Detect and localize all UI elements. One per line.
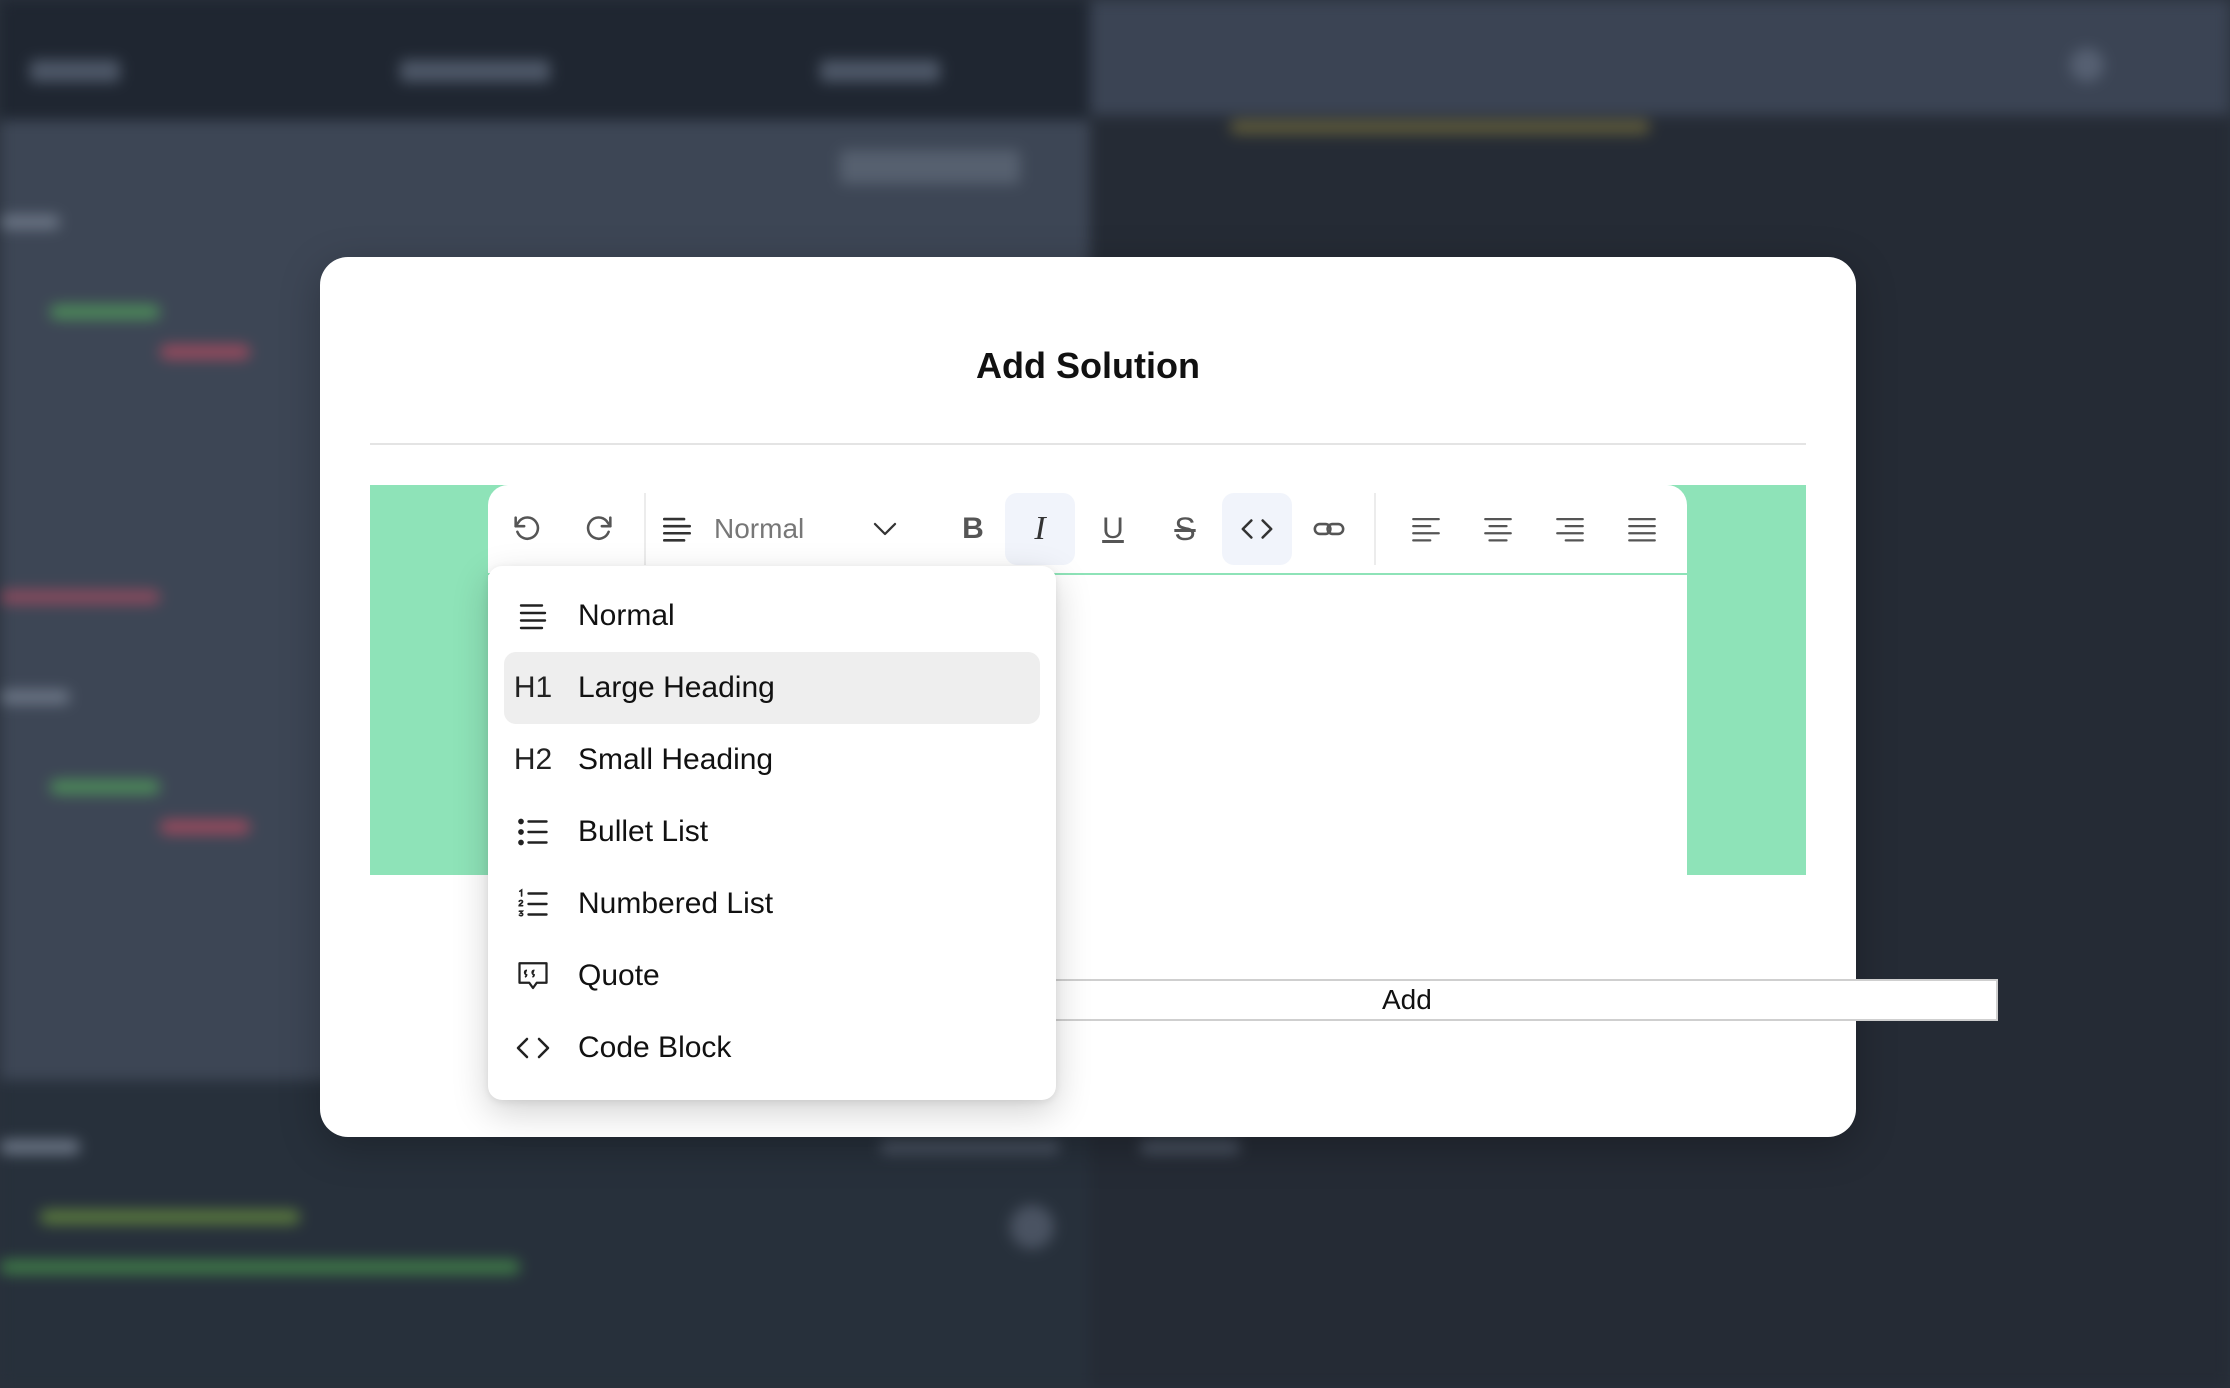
heading-2-icon-text: H2 <box>513 743 553 776</box>
toolbar-divider <box>1374 493 1376 565</box>
align-justify-icon <box>1628 517 1656 542</box>
paragraph-lines-icon <box>662 517 692 542</box>
heading-1-icon-text: H1 <box>513 671 553 704</box>
background-avatar <box>2070 48 2104 82</box>
dropdown-item-label: Normal <box>578 599 675 632</box>
code-block-icon <box>508 1030 558 1066</box>
link-icon <box>1313 522 1345 536</box>
bold-button[interactable]: B <box>938 493 1008 565</box>
background-line <box>0 690 70 704</box>
align-center-icon <box>1484 517 1512 542</box>
modal-divider <box>370 443 1806 445</box>
align-center-button[interactable] <box>1463 493 1533 565</box>
modal-title: Add Solution <box>976 345 1200 386</box>
dropdown-item-numbered-list[interactable]: Numbered List <box>504 868 1040 940</box>
bullet-list-icon <box>508 814 558 850</box>
dropdown-item-small-heading[interactable]: H2 Small Heading <box>504 724 1040 796</box>
link-button[interactable] <box>1294 493 1364 565</box>
background-line <box>880 1140 1060 1154</box>
undo-button[interactable] <box>492 493 562 565</box>
dropdown-item-code-block[interactable]: Code Block <box>504 1012 1040 1084</box>
heading-1-icon: H1 <box>508 671 558 705</box>
redo-button[interactable] <box>564 493 634 565</box>
background-button <box>840 150 1020 184</box>
dropdown-item-label: Quote <box>578 959 660 992</box>
dropdown-item-label: Bullet List <box>578 815 709 848</box>
block-type-select[interactable]: Normal <box>650 493 900 565</box>
background-line <box>0 590 160 604</box>
dropdown-item-normal[interactable]: Normal <box>504 580 1040 652</box>
editor-toolbar: Normal B I U S <box>488 485 1687 575</box>
underline-button[interactable]: U <box>1078 493 1148 565</box>
bold-icon: B <box>962 512 984 545</box>
align-right-icon <box>1556 517 1584 542</box>
block-type-dropdown: Normal H1 Large Heading H2 Small Heading… <box>488 566 1056 1100</box>
background-line <box>0 215 60 229</box>
paragraph-lines-icon <box>508 598 558 634</box>
block-type-value: Normal <box>714 513 805 544</box>
dropdown-item-label: Large Heading <box>578 671 775 704</box>
redo-icon <box>586 516 612 541</box>
background-line <box>40 1210 300 1224</box>
background-line <box>160 345 250 359</box>
align-left-button[interactable] <box>1391 493 1461 565</box>
undo-icon <box>514 516 540 541</box>
align-justify-button[interactable] <box>1607 493 1677 565</box>
background-tab <box>400 60 550 82</box>
italic-icon: I <box>1034 510 1046 547</box>
background-line <box>50 305 160 319</box>
background-tab <box>30 60 120 82</box>
underline-icon: U <box>1102 512 1124 545</box>
align-right-button[interactable] <box>1535 493 1605 565</box>
dropdown-item-label: Numbered List <box>578 887 774 920</box>
background-line <box>50 780 160 794</box>
italic-button[interactable]: I <box>1005 493 1075 565</box>
background-tab <box>820 60 940 82</box>
code-icon <box>1241 519 1273 539</box>
code-button[interactable] <box>1222 493 1292 565</box>
numbered-list-icon <box>508 886 558 922</box>
strikethrough-icon: S <box>1174 510 1196 547</box>
background-line <box>160 820 250 834</box>
background-dot <box>1010 1205 1054 1249</box>
toolbar-divider <box>644 493 646 565</box>
heading-2-icon: H2 <box>508 743 558 777</box>
quote-icon <box>508 958 558 994</box>
background-line <box>0 1260 520 1274</box>
dropdown-item-label: Code Block <box>578 1031 732 1064</box>
add-button[interactable]: Add <box>1048 979 1998 1021</box>
align-left-icon <box>1412 517 1440 542</box>
dropdown-item-bullet-list[interactable]: Bullet List <box>504 796 1040 868</box>
background-line <box>1230 120 1650 134</box>
chevron-down-icon <box>873 522 897 536</box>
dropdown-item-label: Small Heading <box>578 743 774 776</box>
background-line <box>0 1140 80 1154</box>
strikethrough-button[interactable]: S <box>1150 493 1220 565</box>
background-line <box>1140 1140 1240 1154</box>
dropdown-item-large-heading[interactable]: H1 Large Heading <box>504 652 1040 724</box>
background-right-header <box>1090 0 2230 115</box>
dropdown-item-quote[interactable]: Quote <box>504 940 1040 1012</box>
